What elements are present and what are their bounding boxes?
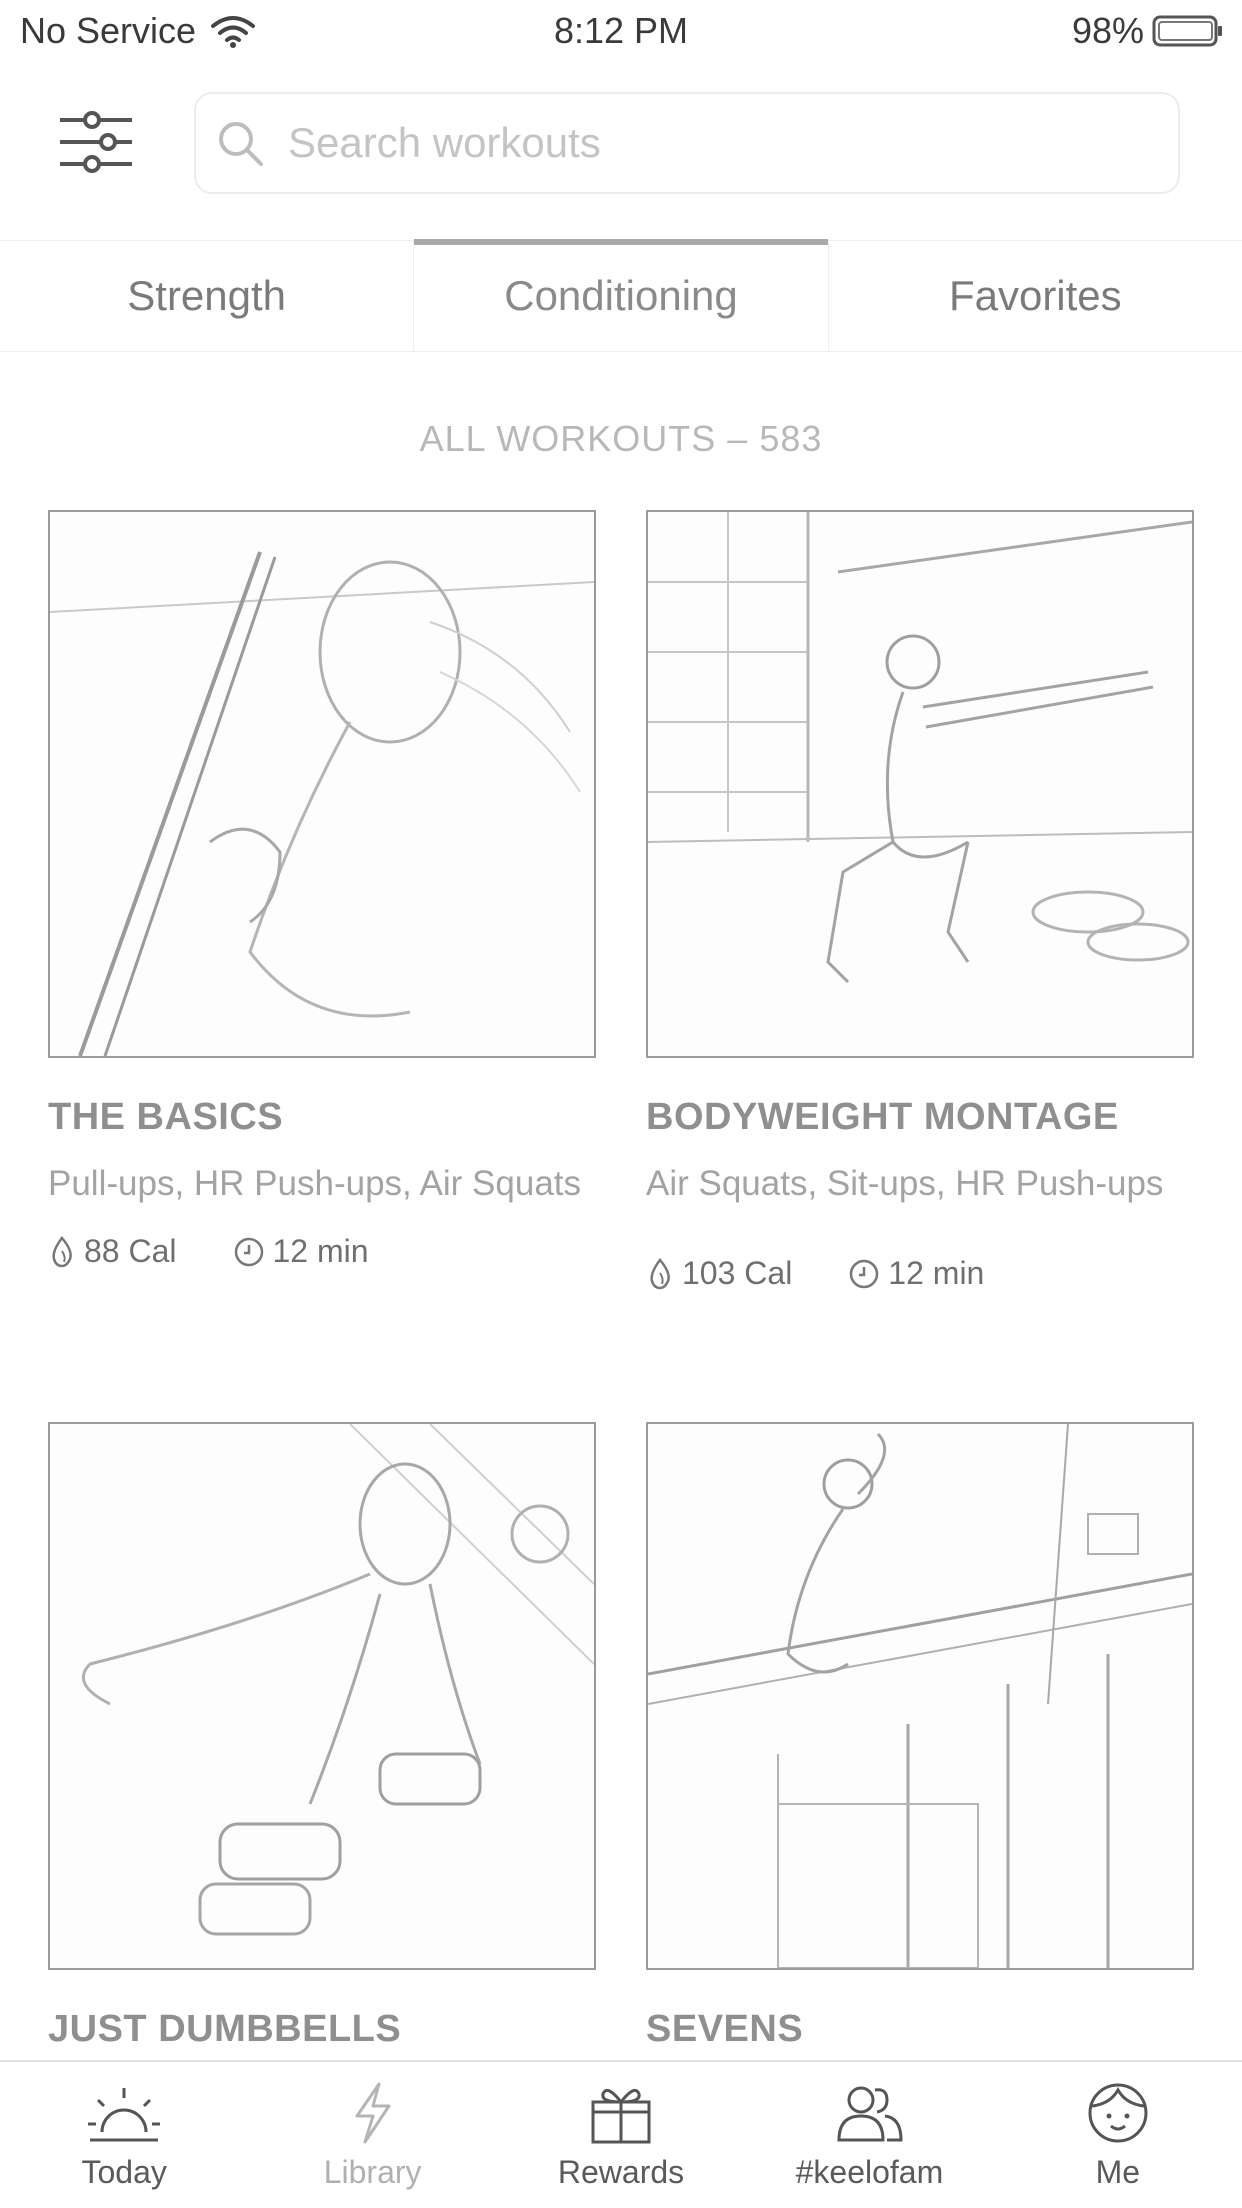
flame-icon — [52, 1235, 72, 1267]
flame-icon — [650, 1257, 670, 1289]
clock-icon — [234, 1237, 263, 1266]
workout-exercises: Air Squats, Sit-ups, HR Push-ups — [646, 1164, 1164, 1203]
tabbar-label: Me — [1095, 2154, 1141, 2190]
tabbar-label: Today — [81, 2154, 167, 2190]
tab-conditioning[interactable]: Conditioning — [414, 239, 829, 351]
battery-percent: 98% — [1071, 10, 1144, 51]
clock-icon — [850, 1259, 879, 1288]
bottom-tab-bar: Today Library Rewards #keelofam Me — [0, 2060, 1242, 2208]
search-icon — [219, 122, 263, 166]
tabbar-library[interactable]: Library — [248, 2062, 496, 2208]
workout-card-the-basics[interactable]: THE BASICS Pull-ups, HR Push-ups, Air Sq… — [48, 510, 596, 1270]
workout-meta: 88 Cal 12 min — [48, 1233, 596, 1270]
search-box[interactable] — [194, 92, 1180, 194]
tabbar-label: #keelofam — [795, 2154, 944, 2190]
tab-strength[interactable]: Strength — [0, 241, 415, 351]
workout-card-sevens[interactable]: SEVENS — [646, 1422, 1194, 2051]
calories-value: 88 Cal — [84, 1233, 177, 1269]
tabbar-keelofam[interactable]: #keelofam — [745, 2062, 993, 2208]
workout-title: BODYWEIGHT MONTAGE — [646, 1096, 1119, 1138]
duration-stat: 12 min — [233, 1233, 369, 1270]
workout-image — [646, 1422, 1194, 1970]
sliders-icon — [60, 111, 132, 173]
calories-stat: 88 Cal — [48, 1233, 177, 1270]
section-heading: ALL WORKOUTS – 583 — [419, 418, 823, 459]
duration-stat: 12 min — [848, 1255, 984, 1292]
battery-icon — [1152, 15, 1222, 47]
lightning-icon — [355, 2082, 391, 2144]
tab-label: Favorites — [948, 272, 1122, 319]
search-input[interactable] — [286, 118, 1170, 168]
workout-title: SEVENS — [646, 2008, 804, 2050]
gift-icon — [591, 2088, 651, 2144]
workout-exercises: Pull-ups, HR Push-ups, Air Squats — [48, 1164, 582, 1203]
clock: 8:12 PM — [553, 10, 689, 51]
tab-favorites[interactable]: Favorites — [829, 241, 1242, 351]
workout-image — [48, 510, 596, 1058]
tabbar-me[interactable]: Me — [994, 2062, 1242, 2208]
tabbar-label: Library — [323, 2154, 422, 2190]
category-tabs: Strength Conditioning Favorites — [0, 239, 1242, 352]
tabbar-label: Rewards — [557, 2154, 685, 2190]
sun-icon — [88, 2088, 161, 2142]
duration-value: 12 min — [888, 1255, 985, 1291]
tab-label: Conditioning — [504, 272, 738, 319]
face-icon — [1088, 2083, 1148, 2143]
workout-card-just-dumbbells[interactable]: JUST DUMBBELLS — [48, 1422, 596, 2051]
tab-label: Strength — [127, 272, 287, 319]
workout-meta: 103 Cal 12 min — [646, 1255, 1194, 1292]
status-right: 98% — [1072, 10, 1224, 52]
workout-title: JUST DUMBBELLS — [48, 2008, 402, 2050]
filter-button[interactable] — [58, 110, 134, 174]
tabbar-rewards[interactable]: Rewards — [497, 2062, 745, 2208]
people-icon — [837, 2086, 903, 2142]
workout-image — [646, 510, 1194, 1058]
calories-stat: 103 Cal — [646, 1255, 792, 1292]
duration-value: 12 min — [272, 1233, 369, 1269]
tabbar-today[interactable]: Today — [0, 2062, 248, 2208]
calories-value: 103 Cal — [682, 1255, 793, 1291]
workout-image — [48, 1422, 596, 1970]
workout-title: THE BASICS — [48, 1096, 284, 1138]
workout-card-bodyweight-montage[interactable]: BODYWEIGHT MONTAGE Air Squats, Sit-ups, … — [646, 510, 1194, 1292]
status-bar: No Service 8:12 PM 98% — [0, 0, 1242, 62]
